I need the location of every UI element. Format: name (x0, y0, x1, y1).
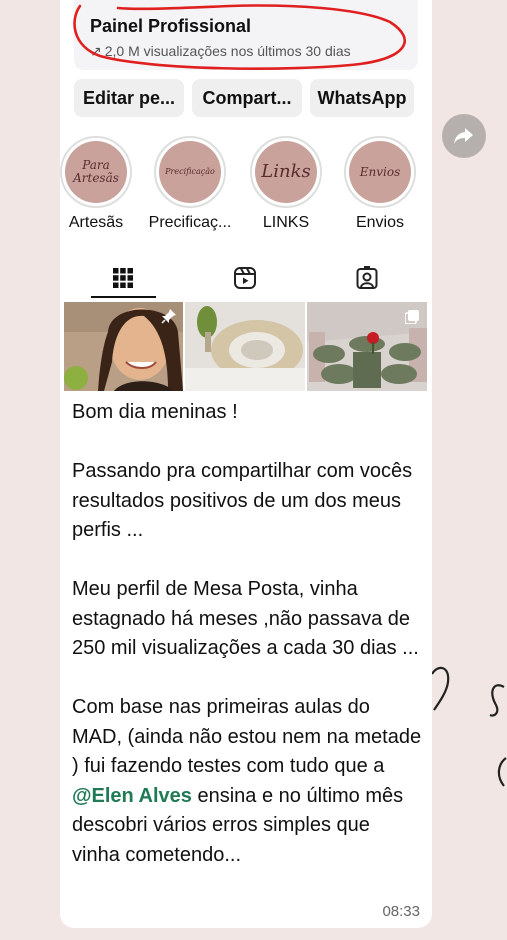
message-timestamp: 08:33 (382, 903, 420, 920)
tab-tagged[interactable] (335, 258, 399, 298)
pin-icon (161, 309, 176, 324)
heart-doodle-icon (489, 684, 505, 717)
tagged-icon (356, 266, 378, 289)
highlight-envios[interactable]: Envios Envios (340, 136, 420, 232)
heart-doodle-icon (497, 757, 507, 787)
highlight-links[interactable]: Links LINKS (246, 136, 326, 232)
dashboard-subtitle: ↗ 2,0 M visualizações nos últimos 30 dias (90, 43, 351, 60)
highlight-cover: Para Artesãs (65, 141, 127, 203)
whatsapp-button[interactable]: WhatsApp (310, 79, 414, 117)
mention-link[interactable]: @Elen Alves (72, 785, 192, 807)
carousel-icon (405, 310, 419, 324)
message-paragraph: Meu perfil de Mesa Posta, vinha estagnad… (72, 578, 419, 659)
highlight-cover: Envios (349, 141, 411, 203)
grid-post-1[interactable] (64, 302, 183, 391)
forward-button[interactable] (442, 114, 486, 158)
highlight-label: Precificaç... (148, 214, 232, 231)
reels-icon (234, 267, 256, 289)
dashboard-title: Painel Profissional (90, 16, 252, 36)
highlight-cover: Links (255, 141, 317, 203)
message-greeting: Bom dia meninas ! (72, 401, 238, 423)
grid-icon (113, 268, 133, 288)
highlight-artesas[interactable]: Para Artesãs Artesãs (60, 136, 136, 232)
edit-profile-button[interactable]: Editar pe... (74, 79, 184, 117)
message-text-before-mention: Com base nas primeiras aulas do MAD, (ai… (72, 696, 422, 777)
tab-reels[interactable] (213, 258, 277, 298)
message-paragraph: Com base nas primeiras aulas do MAD, (ai… (72, 693, 422, 870)
trend-arrow-icon: ↗ (90, 43, 102, 59)
highlight-label: Artesãs (68, 214, 124, 231)
highlight-label: Envios (355, 214, 405, 231)
grid-post-2[interactable] (185, 302, 305, 391)
grid-post-3[interactable] (307, 302, 427, 391)
professional-dashboard[interactable]: Painel Profissional ↗ 2,0 M visualizações… (74, 0, 418, 70)
dashboard-views-text: 2,0 M visualizações nos últimos 30 dias (104, 43, 351, 59)
message-bubble[interactable]: Painel Profissional ↗ 2,0 M visualizações… (60, 0, 432, 928)
forward-icon (454, 128, 473, 144)
post-image (185, 302, 305, 391)
message-paragraph: Passando pra compartilhar com vocês resu… (72, 460, 413, 541)
tab-grid[interactable] (91, 258, 155, 298)
highlight-cover: Precificação (159, 141, 221, 203)
share-profile-button[interactable]: Compart... (192, 79, 302, 117)
highlight-precificacao[interactable]: Precificação Precificaç... (146, 136, 234, 232)
message-text: Bom dia meninas ! Passando pra compartil… (72, 398, 422, 870)
highlight-label: LINKS (262, 214, 310, 231)
selected-tab-indicator (91, 296, 156, 298)
heart-doodle-icon (431, 666, 450, 711)
